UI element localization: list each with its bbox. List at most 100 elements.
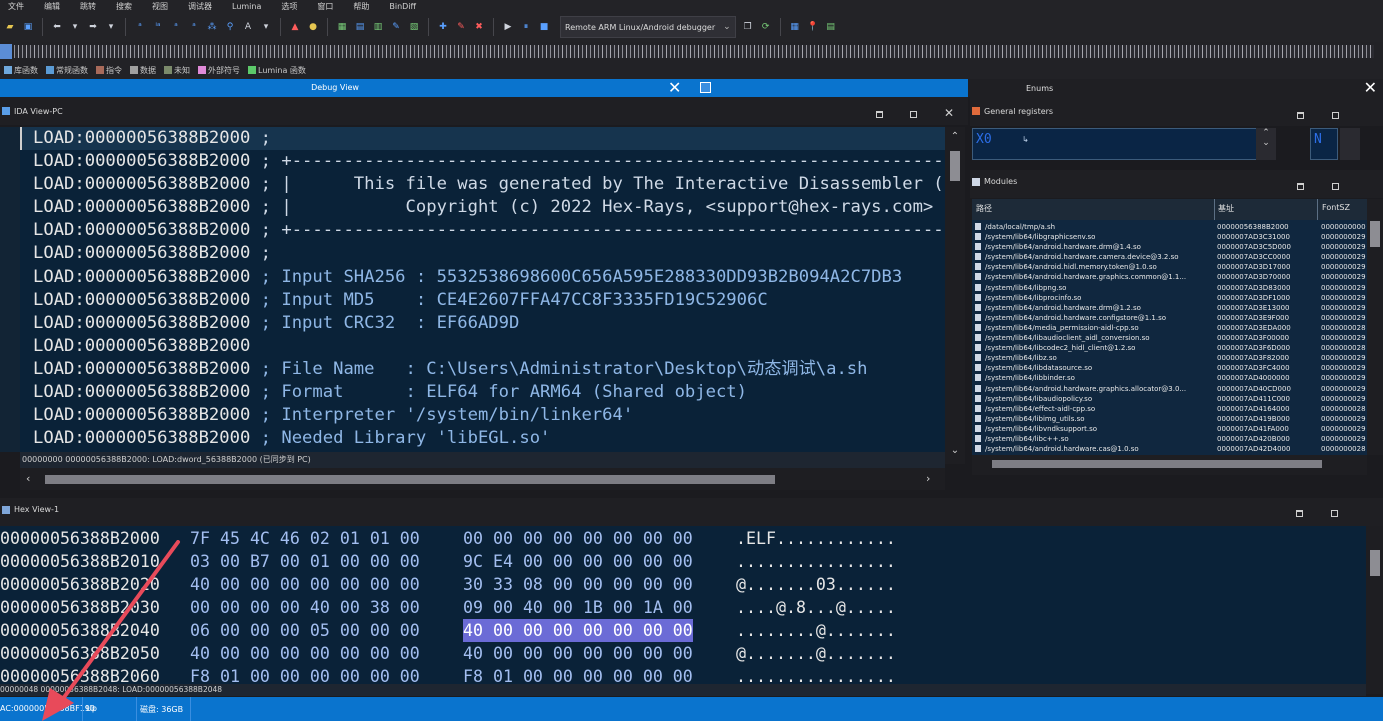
copy-icon[interactable]: ❐ (742, 21, 754, 33)
plus-icon[interactable]: ✚ (437, 21, 449, 33)
enums-tab[interactable]: Enums ✕ (968, 79, 1383, 97)
search-text-icon[interactable]: ᵃ (134, 21, 146, 33)
menu-windows[interactable]: 窗口 (317, 1, 333, 12)
register-value[interactable]: ↳ (1022, 135, 1029, 144)
run-icon[interactable]: ▶ (502, 21, 514, 33)
window-icon[interactable] (700, 82, 711, 93)
menu-help[interactable]: 帮助 (353, 1, 369, 12)
disassembly-line[interactable]: LOAD:00000056388B2000 ; Needed Library '… (20, 427, 945, 450)
hex-row[interactable]: 00000056388B2010 03 00 B7 00 01 00 00 00 9… (0, 550, 1366, 573)
scroll-thumb[interactable] (1370, 221, 1380, 247)
save-icon[interactable]: ▣ (22, 21, 34, 33)
ida-view-horizontal-scrollbar[interactable]: ‹ › (20, 468, 945, 490)
flags-scrollbar[interactable] (1340, 128, 1360, 160)
disassembly-line[interactable]: LOAD:00000056388B2000 ; +---------------… (20, 219, 945, 242)
disassembly-line[interactable]: LOAD:00000056388B2000 ; Interpreter '/sy… (20, 404, 945, 427)
calculator-icon[interactable]: ▦ (789, 21, 801, 33)
table-row[interactable]: /system/lib64/android.hardware.camera.de… (972, 252, 1367, 262)
ida-view-header[interactable]: IDA View-PC ✕ (0, 97, 968, 125)
modules-table[interactable]: 路径 基址 FontSZ /data/local/tmp/a.sh 0000005… (972, 199, 1367, 455)
close-icon[interactable]: ✖ (473, 21, 485, 33)
search-next-icon[interactable]: ᵃ (170, 21, 182, 33)
table-row[interactable]: /system/lib64/libvndksupport.so 0000007AD… (972, 424, 1367, 434)
search-binary-icon[interactable]: ⁱᵃ (152, 21, 164, 33)
restore-icon[interactable] (1332, 183, 1339, 190)
menu-search[interactable]: 搜索 (116, 1, 132, 12)
minimize-icon[interactable] (1297, 112, 1304, 119)
struct-icon[interactable]: ▧ (408, 21, 420, 33)
disassembly-line[interactable]: LOAD:00000056388B2000 ; File Name : C:\U… (20, 358, 945, 381)
hex-row[interactable]: 00000056388B2060 F8 01 00 00 00 00 00 00 F… (0, 665, 1366, 684)
ida-view-disassembly[interactable]: LOAD:00000056388B2000 ; LOAD:00000056388B… (20, 127, 945, 452)
table-row[interactable]: /system/lib64/android.hardware.cas@1.0.s… (972, 444, 1367, 454)
modules-vertical-scrollbar[interactable] (1367, 199, 1383, 455)
menu-jump[interactable]: 跳转 (80, 1, 96, 12)
table-row[interactable]: /system/lib64/libdatasource.so 0000007AD3… (972, 363, 1367, 373)
menu-bindiff[interactable]: BinDiff (389, 2, 416, 11)
table-row[interactable]: /system/lib64/android.hardware.graphics.… (972, 384, 1367, 394)
modules-header[interactable]: Modules (970, 170, 1383, 198)
register-list[interactable] (972, 128, 1276, 160)
table-row[interactable]: /system/lib64/libprocinfo.so 0000007AD3DF… (972, 293, 1367, 303)
minimize-icon[interactable] (1296, 510, 1303, 517)
scroll-left-icon[interactable]: ‹ (26, 472, 30, 485)
disassembly-line[interactable]: LOAD:00000056388B2000 ; (20, 127, 945, 151)
restore-icon[interactable] (1331, 510, 1338, 517)
table-row[interactable]: /system/lib64/android.hardware.configsto… (972, 313, 1367, 323)
register-name[interactable]: X0 (976, 132, 992, 147)
flag-name[interactable]: N (1314, 132, 1322, 147)
restore-icon[interactable] (1332, 112, 1339, 119)
navigation-marker[interactable] (0, 44, 12, 59)
disassembly-line[interactable]: LOAD:00000056388B2000 ; Input SHA256 : 5… (20, 266, 945, 289)
idea-icon[interactable]: ● (307, 21, 319, 33)
close-icon[interactable]: ✕ (1364, 79, 1377, 97)
edit-icon[interactable]: ✎ (455, 21, 467, 33)
menu-lumina[interactable]: Lumina (232, 2, 261, 11)
table-row[interactable]: /system/lib64/android.hardware.drm@1.2.s… (972, 303, 1367, 313)
register-scrollbar[interactable]: ⌃ ⌄ (1256, 128, 1276, 160)
menu-options[interactable]: 选项 (281, 1, 297, 12)
mark-position-icon[interactable]: ⚲ (224, 21, 236, 33)
minimize-icon[interactable] (1297, 183, 1304, 190)
debugger-select[interactable]: Remote ARM Linux/Android debugger ⌄ (560, 16, 736, 38)
table-row[interactable]: /system/lib64/libbinder.so 0000007AD40000… (972, 373, 1367, 383)
back-icon[interactable]: ⬅ (51, 21, 63, 33)
text-view-dropdown-icon[interactable]: ▾ (260, 21, 272, 33)
search-code-icon[interactable]: ⁂ (206, 21, 218, 33)
stop-icon[interactable]: ■ (538, 21, 550, 33)
table-row[interactable]: /system/lib64/libaudiopolicy.so 0000007AD… (972, 394, 1367, 404)
modules-horizontal-scrollbar[interactable] (972, 455, 1367, 475)
restore-icon[interactable] (910, 111, 917, 118)
general-registers-header[interactable]: General registers (970, 97, 1383, 126)
minimize-icon[interactable] (876, 111, 883, 118)
column-base[interactable]: 基址 (1218, 203, 1234, 214)
table-row[interactable]: /system/lib64/libpng.so 0000007AD3D83000 0… (972, 283, 1367, 293)
pin-icon[interactable]: 📍 (807, 21, 819, 33)
column-divider[interactable] (1214, 199, 1215, 220)
disassembly-line[interactable]: LOAD:00000056388B2000 ; | Copyright (c) … (20, 196, 945, 219)
code-icon[interactable]: ▤ (354, 21, 366, 33)
table-row[interactable]: /system/lib64/media_permission-aidl-cpp.… (972, 323, 1367, 333)
graph-view-icon[interactable]: ▲ (289, 21, 301, 33)
scroll-up-icon[interactable]: ⌃ (949, 131, 961, 143)
hex-view-dump[interactable]: 00000056388B2000 7F 45 4C 46 02 01 01 00 0… (0, 526, 1366, 684)
disassembly-line[interactable]: LOAD:00000056388B2000 ; (20, 242, 945, 265)
disassembly-line[interactable]: LOAD:00000056388B2000 (20, 335, 945, 358)
disassembly-line[interactable]: LOAD:00000056388B2000 ; Format : ELF64 f… (20, 381, 945, 404)
scroll-thumb[interactable] (45, 475, 775, 484)
refresh-icon[interactable]: ⟳ (760, 21, 772, 33)
disassembly-line[interactable]: LOAD:00000056388B2000 ; Input CRC32 : EF… (20, 312, 945, 335)
scroll-right-icon[interactable]: › (926, 472, 930, 485)
menu-edit[interactable]: 编辑 (44, 1, 60, 12)
table-row[interactable]: /data/local/tmp/a.sh 00000056388B2000 0000… (972, 222, 1367, 232)
scroll-thumb[interactable] (950, 151, 960, 181)
hex-row[interactable]: 00000056388B2000 7F 45 4C 46 02 01 01 00 0… (0, 527, 1366, 550)
hex-row[interactable]: 00000056388B2040 06 00 00 00 05 00 00 00 4… (0, 619, 1366, 642)
string-icon[interactable]: ✎ (390, 21, 402, 33)
menu-file[interactable]: 文件 (8, 1, 24, 12)
close-icon[interactable]: ✕ (668, 79, 681, 97)
column-path[interactable]: 路径 (976, 203, 992, 214)
forward-icon[interactable]: ➡ (87, 21, 99, 33)
text-view-icon[interactable]: A (242, 21, 254, 33)
create-function-icon[interactable]: ▦ (336, 21, 348, 33)
